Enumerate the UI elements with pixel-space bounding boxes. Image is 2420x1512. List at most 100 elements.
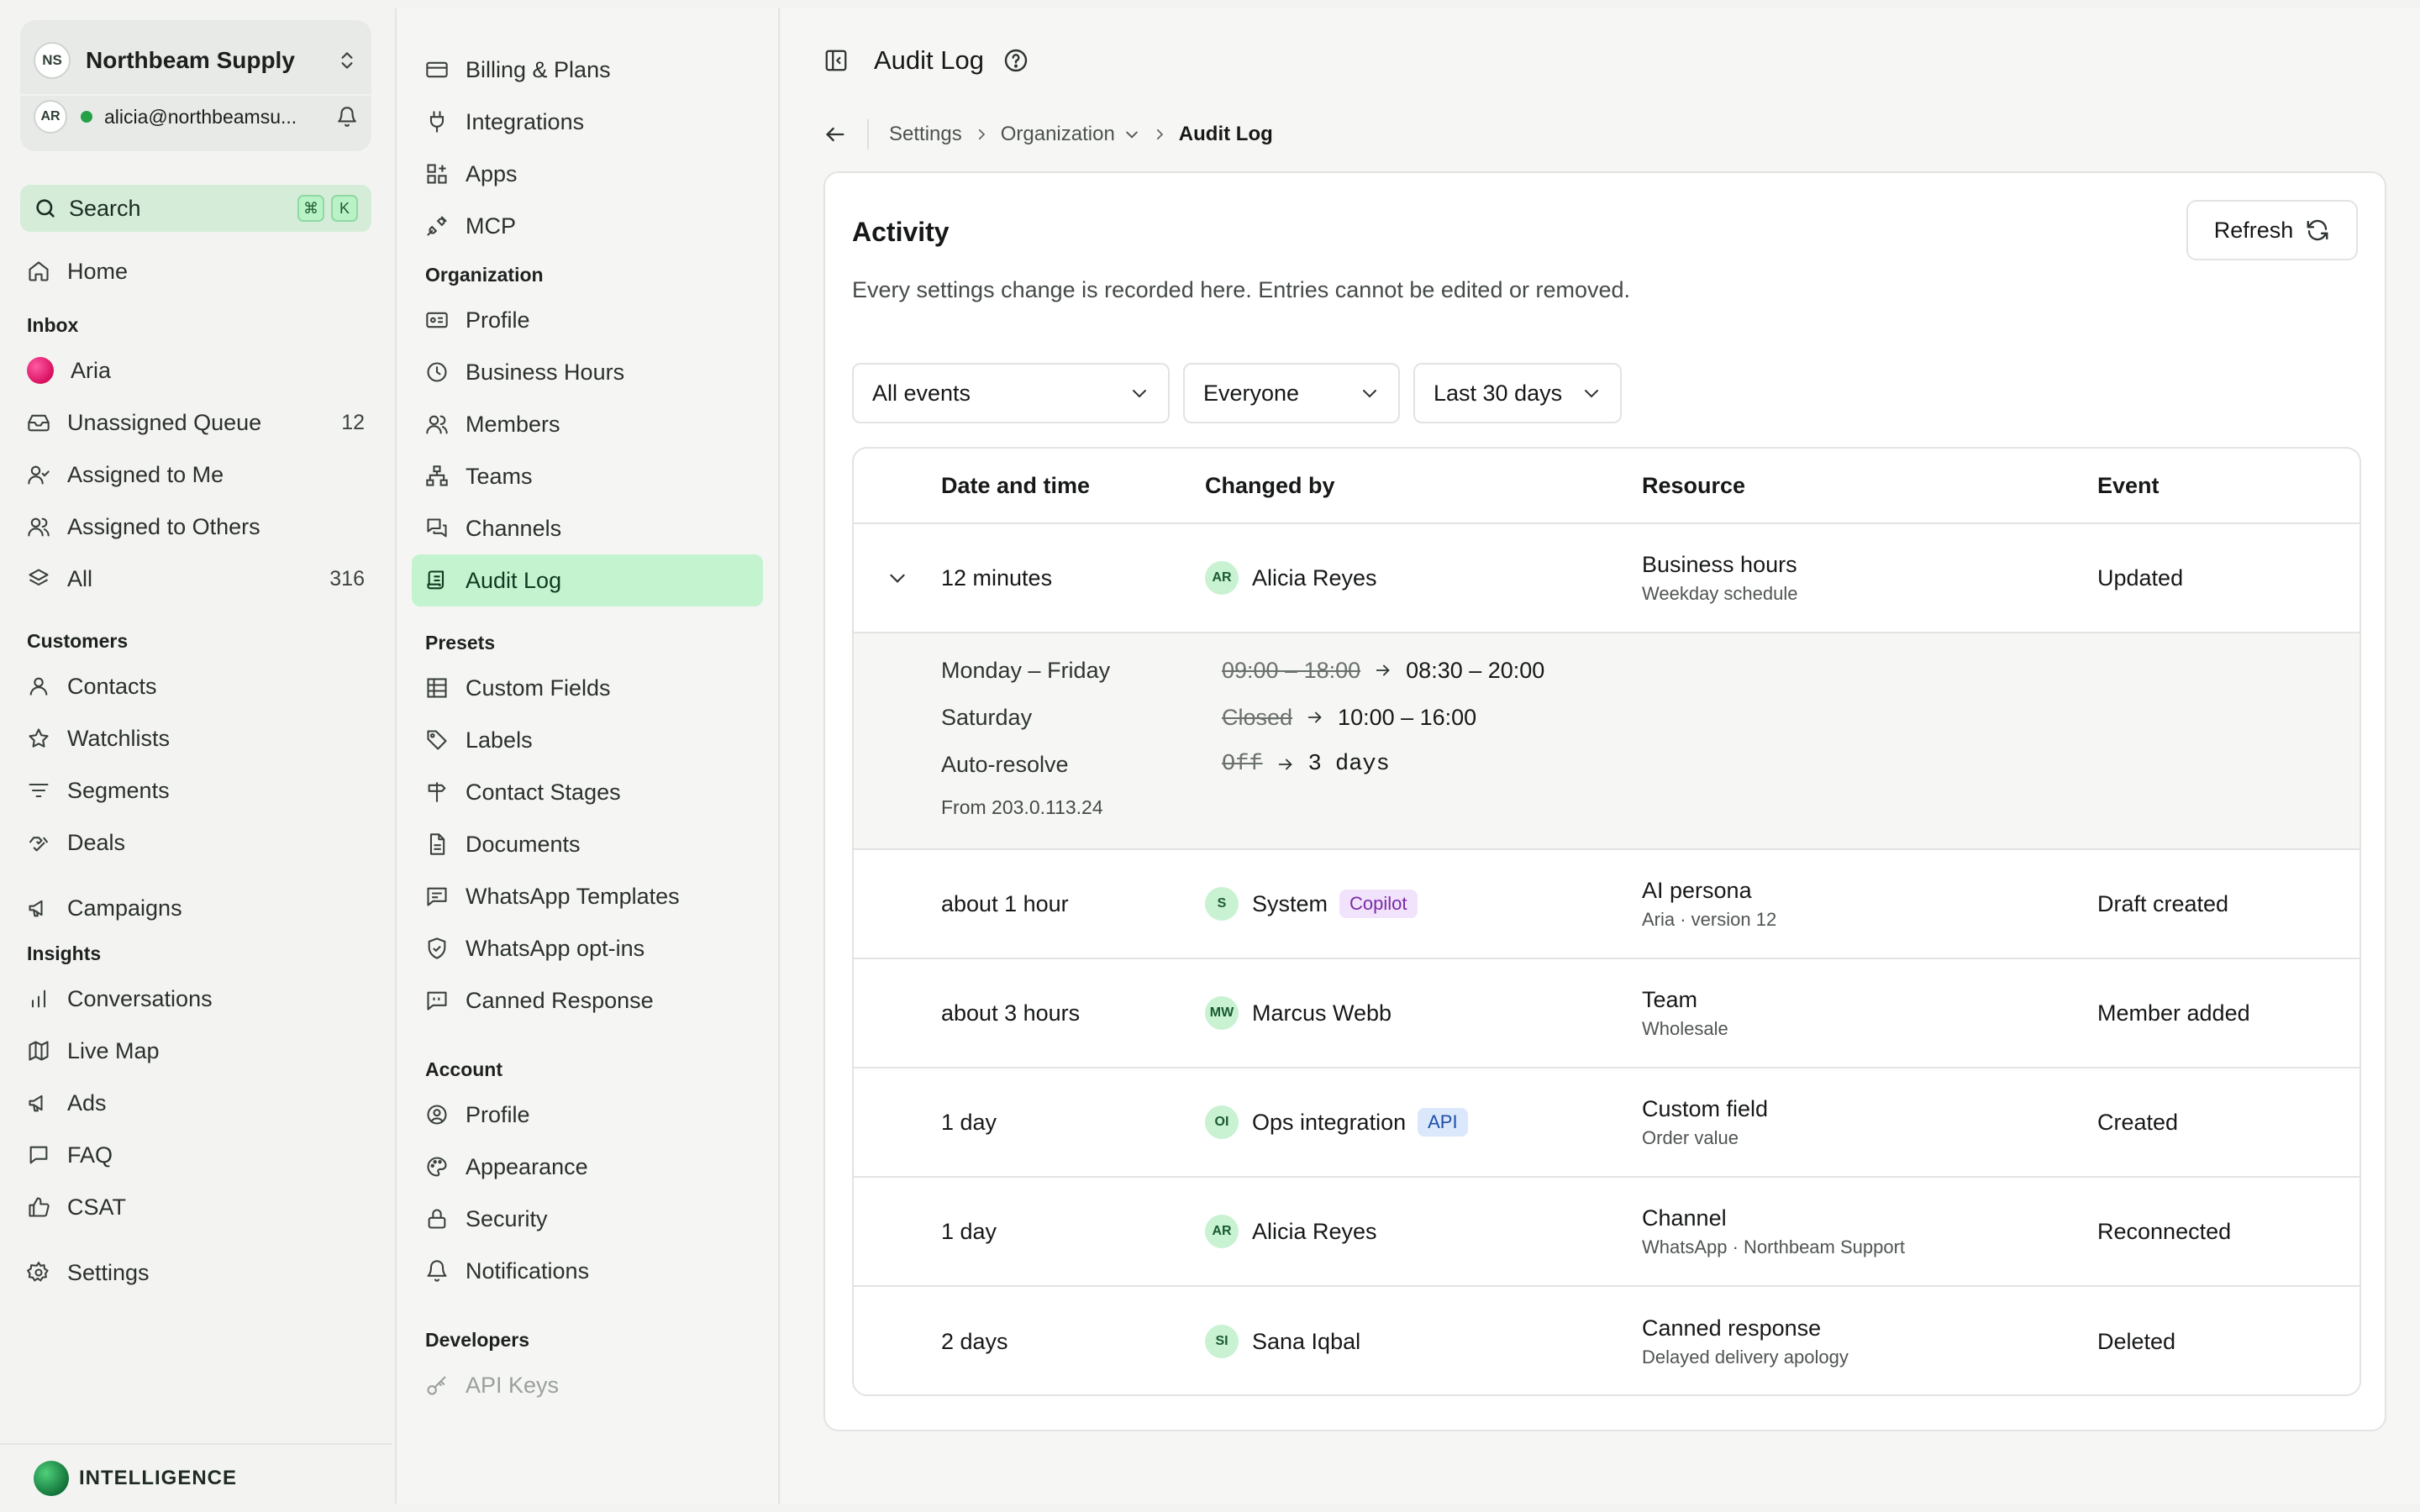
- chevron-down-icon[interactable]: [886, 567, 908, 589]
- activity-description: Every settings change is recorded here. …: [852, 277, 1631, 302]
- table-header: Date and time Changed by Resource Event: [854, 449, 2360, 524]
- date-range-select[interactable]: Last 30 days: [1413, 363, 1622, 423]
- table-row[interactable]: about 3 hours MW Marcus Webb Team Wholesal…: [854, 959, 2360, 1068]
- change-new-value: 08:30 – 20:00: [1406, 657, 1545, 683]
- help-circle-icon[interactable]: [1002, 47, 1029, 74]
- arrow-left-icon[interactable]: [823, 123, 847, 146]
- settings-item-account-profile[interactable]: Profile: [412, 1089, 763, 1141]
- actor-select[interactable]: Everyone: [1183, 363, 1400, 423]
- settings-item-api-keys[interactable]: API Keys: [412, 1359, 763, 1411]
- row-resource: AI persona: [1642, 877, 1752, 903]
- header-date[interactable]: Date and time: [941, 473, 1205, 499]
- user-row[interactable]: AR alicia@northbeamsu...: [20, 94, 371, 138]
- workspace-name: Northbeam Supply: [86, 47, 295, 73]
- nav-deals[interactable]: Deals: [13, 816, 378, 869]
- settings-item-contact-stages[interactable]: Contact Stages: [412, 766, 763, 818]
- breadcrumb-settings[interactable]: Settings: [889, 123, 962, 146]
- workspace-avatar: NS: [34, 42, 71, 79]
- page-title: Audit Log: [874, 45, 984, 75]
- nav-ads[interactable]: Ads: [13, 1077, 378, 1129]
- chevron-right-icon: [1152, 127, 1167, 142]
- nav-watchlists[interactable]: Watchlists: [13, 712, 378, 764]
- nav-label: Live Map: [67, 1037, 160, 1063]
- nav-inbox-aria[interactable]: Aria: [13, 344, 378, 396]
- row-date: 1 day: [941, 1218, 997, 1244]
- nav-label: Deals: [67, 829, 126, 855]
- nav-faq[interactable]: FAQ: [13, 1129, 378, 1181]
- settings-item-members[interactable]: Members: [412, 398, 763, 450]
- settings-item-custom-fields[interactable]: Custom Fields: [412, 662, 763, 714]
- workspace-row[interactable]: NS Northbeam Supply: [34, 34, 358, 87]
- avatar: SI: [1205, 1325, 1239, 1358]
- settings-item-security[interactable]: Security: [412, 1193, 763, 1245]
- nav-csat[interactable]: CSAT: [13, 1181, 378, 1233]
- table-row[interactable]: 2 days SI Sana Iqbal Canned response Delay…: [854, 1287, 2360, 1394]
- settings-item-documents[interactable]: Documents: [412, 818, 763, 870]
- settings-item-notifications[interactable]: Notifications: [412, 1245, 763, 1297]
- gear-icon: [27, 1261, 50, 1284]
- nav-label: FAQ: [67, 1142, 113, 1168]
- chevron-up-down-icon[interactable]: [336, 50, 358, 71]
- nav-inbox-assigned-me[interactable]: Assigned to Me: [13, 449, 378, 501]
- bell-icon[interactable]: [336, 106, 358, 128]
- lock-icon: [425, 1207, 449, 1231]
- settings-item-appearance[interactable]: Appearance: [412, 1141, 763, 1193]
- shortcut-key-k: K: [331, 195, 358, 222]
- settings-item-billing[interactable]: Billing & Plans: [412, 44, 763, 96]
- star-icon: [27, 727, 50, 750]
- settings-item-label: Channels: [466, 515, 562, 541]
- settings-item-whatsapp-templates[interactable]: WhatsApp Templates: [412, 870, 763, 922]
- row-date: about 1 hour: [941, 890, 1069, 916]
- settings-item-canned-response[interactable]: Canned Response: [412, 974, 763, 1026]
- avatar: OI: [1205, 1105, 1239, 1139]
- table-row[interactable]: about 1 hour S System Copilot AI persona Ar…: [854, 850, 2360, 959]
- aria-avatar-icon: [27, 357, 54, 384]
- refresh-button[interactable]: Refresh: [2186, 200, 2358, 260]
- settings-item-teams[interactable]: Teams: [412, 450, 763, 502]
- nav-home[interactable]: Home: [13, 245, 378, 297]
- settings-item-mcp[interactable]: MCP: [412, 200, 763, 252]
- header-event[interactable]: Event: [2097, 473, 2360, 499]
- settings-item-channels[interactable]: Channels: [412, 502, 763, 554]
- sidebar-toggle-icon[interactable]: [823, 48, 849, 73]
- settings-item-audit-log[interactable]: Audit Log: [412, 554, 763, 606]
- table-row[interactable]: 1 day OI Ops integration API Custom field O…: [854, 1068, 2360, 1178]
- event-type-select[interactable]: All events: [852, 363, 1170, 423]
- avatar: S: [1205, 887, 1239, 921]
- table-row[interactable]: 12 minutes AR Alicia Reyes Business hours…: [854, 524, 2360, 633]
- settings-item-org-profile[interactable]: Profile: [412, 294, 763, 346]
- brand-footer: INTELLIGENCE: [0, 1443, 392, 1512]
- table-row[interactable]: 1 day AR Alicia Reyes Channel WhatsApp · N…: [854, 1178, 2360, 1287]
- nav-live-map[interactable]: Live Map: [13, 1025, 378, 1077]
- nav-segments[interactable]: Segments: [13, 764, 378, 816]
- chat-question-icon: [27, 1143, 50, 1167]
- row-resource: Channel: [1642, 1205, 1727, 1231]
- nav-conversations[interactable]: Conversations: [13, 973, 378, 1025]
- nav-label: Assigned to Me: [67, 461, 224, 487]
- settings-item-label: WhatsApp opt-ins: [466, 935, 645, 961]
- nav-inbox-assigned-others[interactable]: Assigned to Others: [13, 501, 378, 553]
- row-event: Deleted: [2097, 1328, 2176, 1354]
- change-item: Monday – Friday 09:00 – 18:00 08:30 – 20…: [941, 654, 1544, 687]
- row-actor: Alicia Reyes: [1252, 564, 1377, 591]
- nav-contacts[interactable]: Contacts: [13, 660, 378, 712]
- handshake-icon: [27, 831, 50, 854]
- nav-campaigns[interactable]: Campaigns: [13, 882, 378, 934]
- row-event: Created: [2097, 1109, 2179, 1135]
- settings-item-apps[interactable]: Apps: [412, 148, 763, 200]
- chevron-down-icon[interactable]: [1123, 126, 1140, 143]
- header-changed-by[interactable]: Changed by: [1205, 473, 1642, 499]
- settings-item-whatsapp-optins[interactable]: WhatsApp opt-ins: [412, 922, 763, 974]
- breadcrumb-organization[interactable]: Organization: [1001, 123, 1115, 146]
- settings-item-integrations[interactable]: Integrations: [412, 96, 763, 148]
- nav-inbox-all[interactable]: All 316: [13, 553, 378, 605]
- settings-item-labels[interactable]: Labels: [412, 714, 763, 766]
- nav-inbox-unassigned[interactable]: Unassigned Queue 12: [13, 396, 378, 449]
- search-button[interactable]: Search ⌘ K: [20, 185, 371, 232]
- row-resource-detail: Weekday schedule: [1642, 582, 1798, 604]
- header-resource[interactable]: Resource: [1642, 473, 2097, 499]
- settings-item-business-hours[interactable]: Business Hours: [412, 346, 763, 398]
- chevron-right-icon: [974, 127, 989, 142]
- row-resource-detail: Delayed delivery apology: [1642, 1346, 1849, 1368]
- nav-settings[interactable]: Settings: [13, 1247, 378, 1299]
